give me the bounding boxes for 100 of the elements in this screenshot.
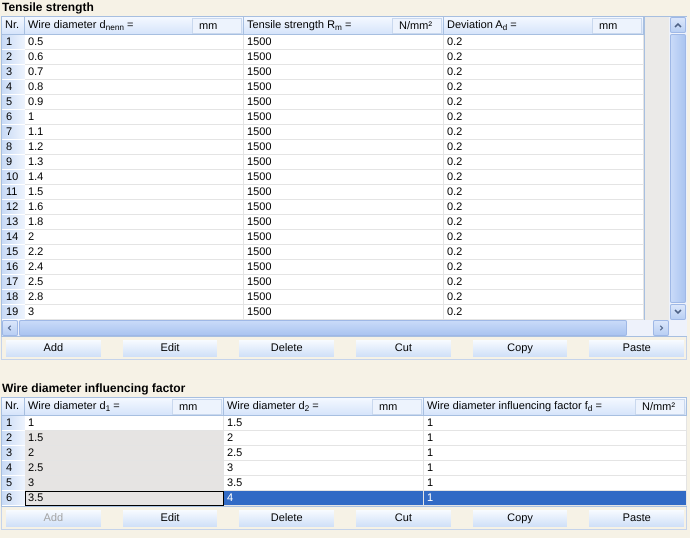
unit-label: N/mm² xyxy=(635,398,685,414)
vertical-scrollbar[interactable] xyxy=(669,17,687,320)
table-cell[interactable]: 0.8 xyxy=(25,80,244,95)
table-cell[interactable]: 1500 xyxy=(244,185,444,200)
table-cell[interactable]: 1.5 xyxy=(25,185,244,200)
row-number: 10 xyxy=(2,170,25,185)
table-cell[interactable]: 0.2 xyxy=(444,155,644,170)
table-cell[interactable]: 0.2 xyxy=(444,65,644,80)
row-number: 6 xyxy=(2,110,25,125)
scroll-left-icon[interactable] xyxy=(2,320,18,336)
table-cell[interactable]: 1500 xyxy=(244,110,444,125)
table-cell[interactable]: 0.2 xyxy=(444,290,644,305)
scroll-up-icon[interactable] xyxy=(670,17,686,33)
table-cell[interactable]: 1.5 xyxy=(224,416,424,431)
table-cell[interactable]: 1500 xyxy=(244,215,444,230)
table-cell[interactable]: 1500 xyxy=(244,125,444,140)
table-cell[interactable]: 3 xyxy=(25,476,224,491)
table-cell[interactable]: 1.6 xyxy=(25,200,244,215)
table-cell[interactable]: 1500 xyxy=(244,170,444,185)
table-cell[interactable]: 1500 xyxy=(244,50,444,65)
table-cell[interactable]: 2.5 xyxy=(25,461,224,476)
copy-button[interactable]: Copy xyxy=(472,510,568,527)
table-cell[interactable]: 2.2 xyxy=(25,245,244,260)
copy-button[interactable]: Copy xyxy=(472,340,568,357)
table-cell[interactable]: 1500 xyxy=(244,140,444,155)
paste-button[interactable]: Paste xyxy=(589,510,684,527)
table-cell[interactable]: 2.8 xyxy=(25,290,244,305)
table-cell[interactable]: 0.2 xyxy=(444,170,644,185)
row-number: 4 xyxy=(2,461,25,476)
scroll-right-icon[interactable] xyxy=(653,320,669,336)
table-cell[interactable]: 1500 xyxy=(244,275,444,290)
table-cell[interactable]: 1500 xyxy=(244,260,444,275)
delete-button[interactable]: Delete xyxy=(239,510,334,527)
table-cell[interactable]: 0.9 xyxy=(25,95,244,110)
unit-label: N/mm² xyxy=(392,18,442,34)
table-cell[interactable]: 1.8 xyxy=(25,215,244,230)
table-cell[interactable]: 2 xyxy=(25,446,224,461)
table-cell[interactable]: 0.2 xyxy=(444,200,644,215)
table-cell[interactable]: 0.2 xyxy=(444,275,644,290)
table-cell[interactable]: 2.4 xyxy=(25,260,244,275)
table-cell[interactable]: 0.2 xyxy=(444,230,644,245)
column-header: Nr. xyxy=(2,398,25,415)
table-cell[interactable]: 0.2 xyxy=(444,245,644,260)
cut-button[interactable]: Cut xyxy=(356,510,451,527)
table-cell[interactable]: 0.2 xyxy=(444,50,644,65)
table-cell[interactable]: 1500 xyxy=(244,35,444,50)
table-cell[interactable]: 2 xyxy=(25,230,244,245)
table-cell[interactable]: 3.5 xyxy=(25,491,224,506)
row-number: 18 xyxy=(2,290,25,305)
scrollbar-thumb[interactable] xyxy=(670,34,686,303)
table-cell[interactable]: 1500 xyxy=(244,230,444,245)
row-number: 2 xyxy=(2,50,25,65)
table-cell[interactable]: 0.5 xyxy=(25,35,244,50)
table-cell[interactable]: 0.6 xyxy=(25,50,244,65)
table-cell[interactable]: 0.2 xyxy=(444,260,644,275)
table-cell[interactable]: 1.2 xyxy=(25,140,244,155)
table-cell[interactable]: 0.2 xyxy=(444,125,644,140)
edit-button[interactable]: Edit xyxy=(122,340,218,357)
table-cell[interactable]: 1 xyxy=(25,110,244,125)
paste-button[interactable]: Paste xyxy=(589,340,684,357)
table-cell[interactable]: 0.2 xyxy=(444,140,644,155)
table-cell[interactable]: 1.4 xyxy=(25,170,244,185)
table-cell[interactable]: 1.1 xyxy=(25,125,244,140)
table-cell[interactable]: 2.5 xyxy=(224,446,424,461)
table-cell[interactable]: 3 xyxy=(224,461,424,476)
table-cell[interactable]: 2 xyxy=(224,431,424,446)
table-cell[interactable]: 4 xyxy=(224,491,424,506)
table-cell[interactable]: 0.2 xyxy=(444,110,644,125)
table-cell[interactable]: 0.2 xyxy=(444,215,644,230)
table-cell[interactable]: 1500 xyxy=(244,95,444,110)
row-number: 17 xyxy=(2,275,25,290)
table-cell[interactable]: 1500 xyxy=(244,155,444,170)
row-number: 19 xyxy=(2,305,25,320)
table-cell[interactable]: 1500 xyxy=(244,200,444,215)
table-cell[interactable]: 1 xyxy=(424,431,687,446)
table-cell[interactable]: 1 xyxy=(424,491,687,506)
table-cell[interactable]: 0.2 xyxy=(444,80,644,95)
row-number: 3 xyxy=(2,65,25,80)
add-button[interactable]: Add xyxy=(6,340,101,357)
row-number: 5 xyxy=(2,476,25,491)
table-cell[interactable]: 1 xyxy=(424,446,687,461)
unit-label: mm xyxy=(372,398,422,414)
cut-button[interactable]: Cut xyxy=(356,340,451,357)
table-cell[interactable]: 1500 xyxy=(244,245,444,260)
table-cell[interactable]: 0.2 xyxy=(444,35,644,50)
table-cell[interactable]: 0.7 xyxy=(25,65,244,80)
table-cell[interactable]: 1500 xyxy=(244,65,444,80)
table-cell[interactable]: 1500 xyxy=(244,80,444,95)
table-cell[interactable]: 1 xyxy=(424,461,687,476)
table-cell[interactable]: 1 xyxy=(424,416,687,431)
column-header: Tensile strength R$_{m}$ = xyxy=(247,18,352,34)
delete-button[interactable]: Delete xyxy=(239,340,334,357)
edit-button[interactable]: Edit xyxy=(122,510,218,527)
table-cell[interactable]: 0.2 xyxy=(444,185,644,200)
scroll-down-icon[interactable] xyxy=(670,304,686,320)
table-cell[interactable]: 2.5 xyxy=(25,275,244,290)
table-cell[interactable]: 1.3 xyxy=(25,155,244,170)
table-cell[interactable]: 0.2 xyxy=(444,95,644,110)
table-cell[interactable]: 1500 xyxy=(244,290,444,305)
table-cell[interactable]: 1.5 xyxy=(25,431,224,446)
